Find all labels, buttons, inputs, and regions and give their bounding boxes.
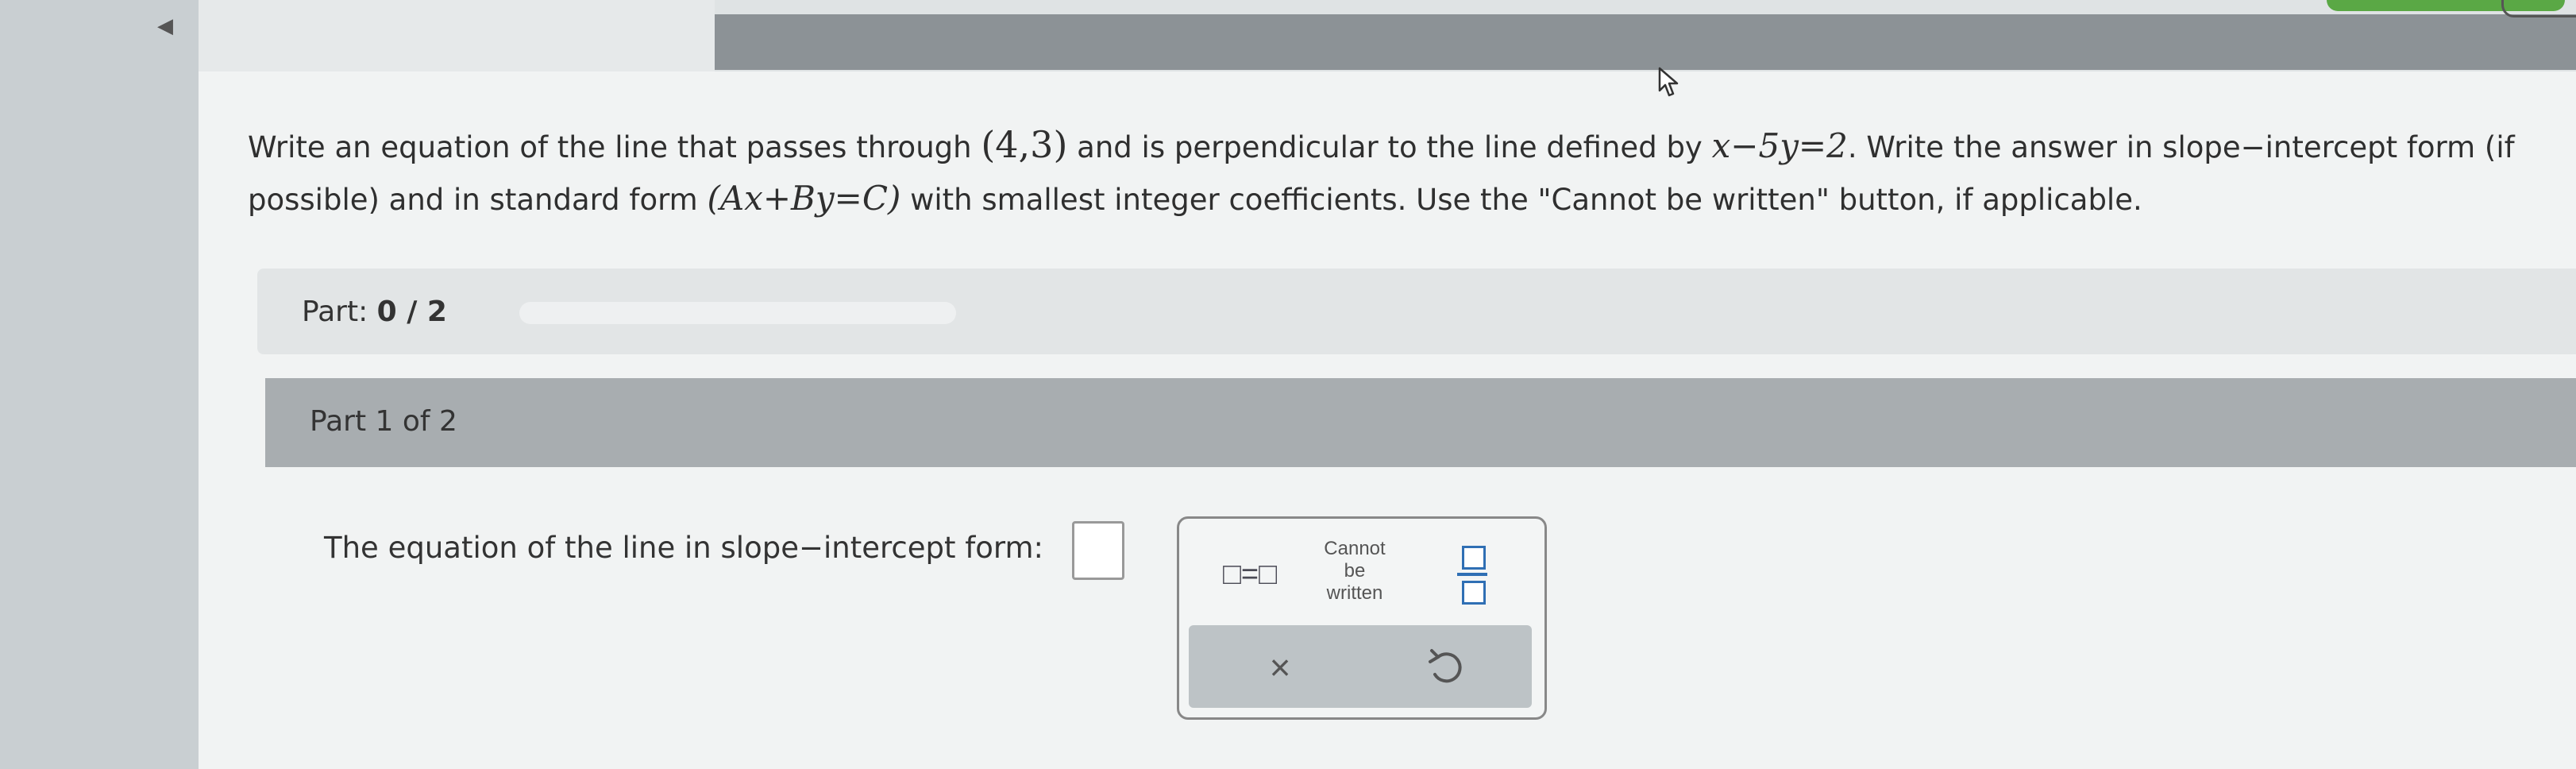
undo-icon <box>1429 649 1462 683</box>
progress-track <box>519 302 956 324</box>
cannot-be-written-button[interactable]: Cannot be written <box>1311 531 1398 611</box>
part-heading-bar: Part 1 of 2 <box>265 378 2576 467</box>
cannot-line-3: written <box>1326 582 1383 604</box>
question-part-2: and is perpendicular to the line defined… <box>1067 130 1712 164</box>
given-line-equation: x−5y=2 <box>1711 126 1848 165</box>
header-bar <box>715 14 2576 70</box>
answer-prompt: The equation of the line in slope−interc… <box>324 531 1043 565</box>
clear-button[interactable]: × <box>1252 640 1308 695</box>
undo-button[interactable] <box>1419 640 1475 695</box>
fraction-denominator-icon <box>1462 581 1486 605</box>
cannot-line-2: be <box>1344 560 1366 582</box>
palette-action-bar: × <box>1189 625 1532 708</box>
math-palette: □=□ Cannot be written × <box>1177 516 1547 720</box>
question-part-1: Write an equation of the line that passe… <box>248 130 981 164</box>
fraction-bar-icon <box>1457 573 1487 576</box>
back-arrow-icon[interactable]: ◀ <box>157 14 173 38</box>
header-tab[interactable] <box>2501 0 2576 17</box>
mouse-cursor-icon <box>1658 67 1679 97</box>
progress-label-text: Part: <box>302 296 377 328</box>
progress-bar-section: Part: 0 / 2 <box>257 269 2576 354</box>
cannot-line-1: Cannot <box>1324 538 1386 559</box>
standard-form-expression: (Ax+By=C) <box>707 179 901 218</box>
equation-template-button[interactable]: □=□ <box>1206 552 1294 597</box>
part-heading: Part 1 of 2 <box>310 405 457 438</box>
fraction-numerator-icon <box>1462 546 1486 570</box>
answer-input[interactable] <box>1072 521 1124 580</box>
point-coordinates: (4,3) <box>981 123 1068 166</box>
fraction-button[interactable] <box>1449 541 1497 608</box>
progress-value: 0 / 2 <box>376 296 447 328</box>
question-text: Write an equation of the line that passe… <box>248 119 2551 226</box>
question-part-4: with smallest integer coefficients. Use … <box>900 183 2142 217</box>
header-area <box>199 0 715 71</box>
left-gutter <box>0 0 199 769</box>
progress-label: Part: 0 / 2 <box>302 296 447 328</box>
